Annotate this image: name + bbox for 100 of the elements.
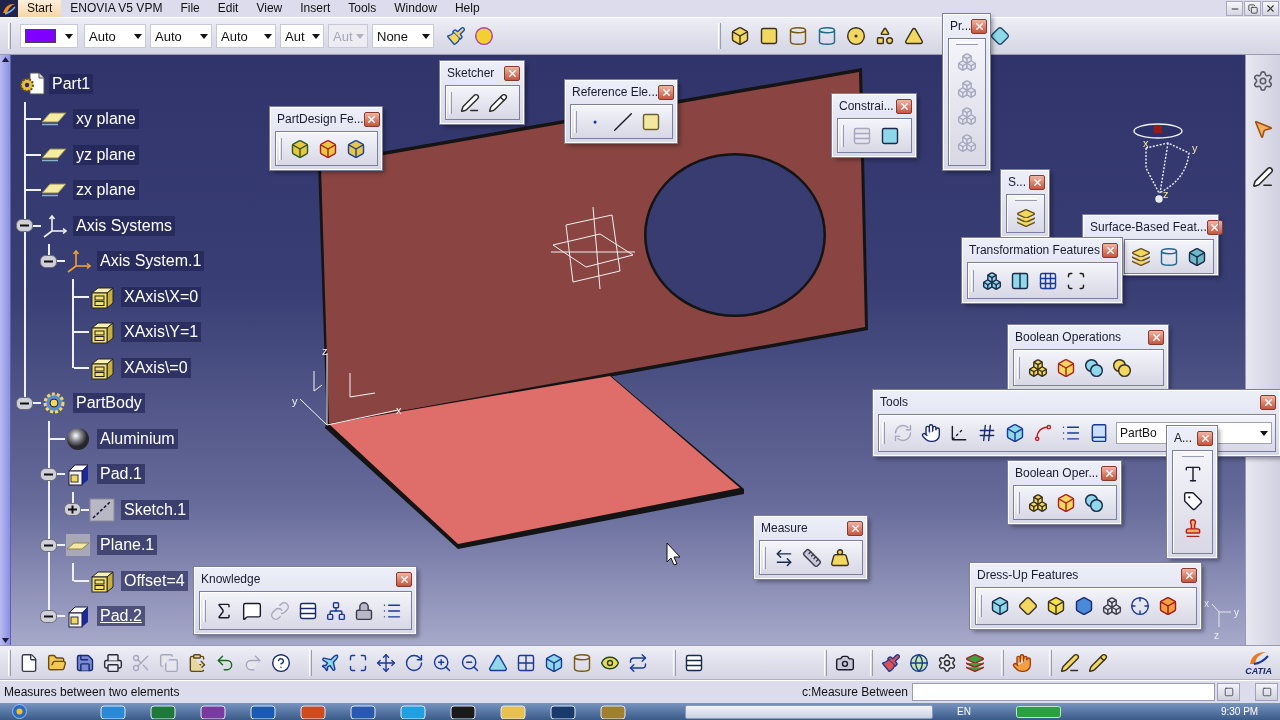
app-tile-icon[interactable] — [250, 704, 276, 719]
app-tile-icon[interactable] — [400, 704, 426, 719]
dropdown[interactable]: Auto — [84, 24, 146, 48]
tree-item[interactable]: XAxis\Y=1 — [121, 322, 202, 343]
hand-icon[interactable] — [921, 423, 941, 443]
close-button[interactable] — [896, 98, 912, 114]
box-icon[interactable] — [990, 596, 1010, 616]
close-button[interactable] — [363, 111, 380, 127]
close-button[interactable] — [1101, 465, 1117, 481]
tree-scrollbar[interactable] — [0, 55, 11, 645]
circle-dot-icon[interactable] — [845, 26, 866, 46]
paintbrush-icon[interactable] — [881, 652, 901, 673]
boxes-icon[interactable] — [982, 270, 1002, 291]
cylinder-icon[interactable] — [572, 652, 592, 673]
tree-item[interactable]: Offset=4 — [121, 570, 188, 591]
folder-icon[interactable] — [47, 652, 67, 673]
square-icon[interactable] — [641, 111, 661, 132]
menu-item[interactable]: Window — [385, 0, 446, 17]
pen-line-icon[interactable] — [1060, 652, 1080, 673]
zoom-in-icon[interactable] — [432, 652, 452, 673]
list-icon[interactable] — [1061, 423, 1081, 443]
box-icon[interactable] — [346, 138, 366, 159]
minus-icon[interactable] — [40, 467, 57, 481]
close-button[interactable] — [1181, 567, 1197, 583]
language-indicator[interactable]: EN — [957, 706, 971, 717]
lock-icon[interactable] — [354, 600, 374, 621]
crosshair-icon[interactable] — [1130, 596, 1150, 616]
close-button[interactable] — [847, 520, 863, 536]
color-dropdown[interactable] — [20, 24, 78, 48]
tree-item[interactable]: yz plane — [73, 144, 139, 165]
close-button[interactable] — [1260, 394, 1276, 410]
double-arrow-icon[interactable] — [774, 547, 794, 568]
box-icon[interactable] — [729, 26, 750, 46]
box-icon[interactable] — [1056, 357, 1076, 378]
close-button[interactable] — [1029, 174, 1045, 190]
boxes-icon[interactable] — [1028, 357, 1048, 378]
pencil-icon[interactable] — [488, 92, 508, 113]
cylinder-icon[interactable] — [787, 26, 808, 46]
tree-item[interactable]: Pad.1 — [97, 464, 145, 485]
dropdown[interactable]: None — [372, 24, 434, 48]
zoom-out-icon[interactable] — [460, 652, 480, 673]
box-icon[interactable] — [1158, 596, 1178, 616]
app-tile-icon[interactable] — [200, 704, 226, 719]
mouse-pointer-icon[interactable] — [1252, 118, 1274, 140]
circles-icon[interactable] — [1084, 492, 1104, 513]
taskbar-button[interactable] — [685, 704, 933, 719]
start-orb-icon[interactable] — [12, 704, 27, 719]
airplane-icon[interactable] — [320, 652, 340, 673]
tree-item[interactable]: Aluminium — [97, 428, 178, 449]
tree-item[interactable]: Sketch.1 — [121, 499, 190, 520]
book-icon[interactable] — [1089, 423, 1109, 443]
scroll-down-icon[interactable] — [1, 638, 9, 643]
cylinder-icon[interactable] — [816, 26, 837, 46]
box-icon[interactable] — [544, 652, 564, 673]
app-tile-icon[interactable] — [300, 704, 326, 719]
menu-item[interactable]: View — [247, 0, 292, 17]
columns-icon[interactable] — [1010, 270, 1030, 291]
app-logo-icon[interactable] — [0, 0, 18, 17]
close-button[interactable] — [396, 571, 412, 587]
minus-icon[interactable] — [40, 538, 57, 552]
tree-item[interactable]: Axis Systems — [73, 215, 175, 236]
app-tile-icon[interactable] — [150, 704, 176, 719]
compass-drawing[interactable] — [1133, 123, 1190, 203]
tray-icon[interactable] — [1015, 705, 1061, 718]
triangle-icon[interactable] — [903, 26, 924, 46]
circles-icon[interactable] — [1084, 357, 1104, 378]
menu-item[interactable]: ENOVIA V5 VPM — [61, 0, 172, 17]
box-icon[interactable] — [1005, 423, 1025, 443]
minus-icon[interactable] — [40, 254, 57, 268]
app-tile-icon[interactable] — [600, 704, 626, 719]
menu-item[interactable]: File — [171, 0, 209, 17]
diamond-icon[interactable] — [989, 26, 1010, 46]
weight-icon[interactable] — [830, 547, 850, 568]
pencil-icon[interactable] — [1088, 652, 1108, 673]
maximize-icon[interactable] — [348, 652, 368, 673]
tree-item[interactable]: Plane.1 — [97, 535, 158, 556]
triangle-icon[interactable] — [488, 652, 508, 673]
minus-icon[interactable] — [40, 609, 57, 623]
close-button[interactable] — [1102, 242, 1118, 258]
move-icon[interactable] — [376, 652, 396, 673]
menu-item[interactable]: Insert — [291, 0, 340, 17]
gear-icon[interactable] — [937, 652, 957, 673]
minimize-button[interactable] — [1226, 1, 1243, 16]
network-icon[interactable] — [326, 600, 346, 621]
box-icon[interactable] — [1187, 246, 1207, 267]
hexagon-icon[interactable] — [1074, 596, 1094, 616]
box-icon[interactable] — [1046, 596, 1066, 616]
app-tile-icon[interactable] — [450, 704, 476, 719]
app-tile-icon[interactable] — [550, 704, 576, 719]
app-tile-icon[interactable] — [350, 704, 376, 719]
close-button[interactable] — [658, 84, 675, 100]
app-tile-icon[interactable] — [100, 704, 126, 719]
table-icon[interactable] — [684, 652, 704, 673]
globe-icon[interactable] — [909, 652, 929, 673]
close-button[interactable] — [1148, 329, 1164, 345]
app-tile-icon[interactable] — [500, 704, 526, 719]
tree-item[interactable]: PartBody — [73, 393, 145, 414]
axis-icon[interactable] — [949, 423, 969, 443]
boxes-icon[interactable] — [1028, 492, 1048, 513]
boxes-icon[interactable] — [1102, 596, 1122, 616]
